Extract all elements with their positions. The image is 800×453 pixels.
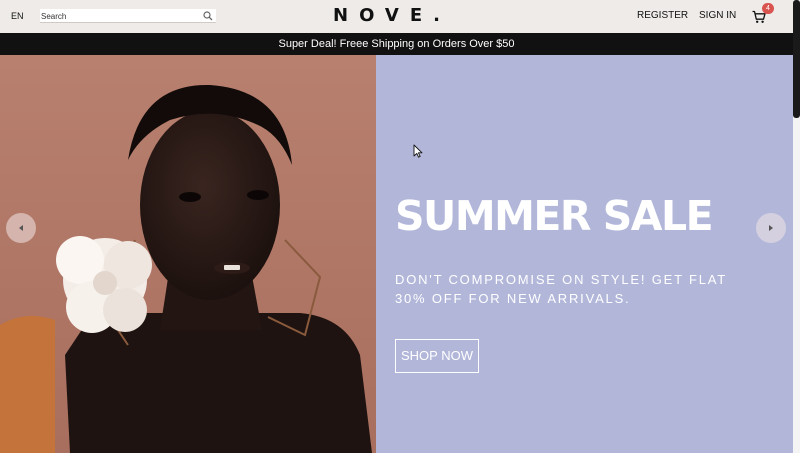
model-portrait-image	[0, 55, 376, 453]
arrow-right-icon	[769, 225, 773, 231]
register-link[interactable]: REGISTER	[637, 10, 688, 21]
hero-image	[0, 55, 376, 453]
hero-content-panel: SUMMER SALE DON'T COMPROMISE ON STYLE! G…	[376, 55, 793, 453]
announcement-bar: Super Deal! Freee Shipping on Orders Ove…	[0, 33, 793, 55]
hero-slider: SUMMER SALE DON'T COMPROMISE ON STYLE! G…	[0, 55, 793, 453]
search-icon[interactable]	[203, 11, 213, 21]
language-label[interactable]: EN	[11, 11, 24, 21]
search-container	[40, 9, 216, 23]
signin-link[interactable]: SIGN IN	[699, 10, 736, 21]
search-input[interactable]	[41, 9, 191, 23]
mouse-cursor-icon	[413, 144, 423, 158]
slider-prev-button[interactable]	[6, 213, 36, 243]
shop-now-button[interactable]: SHOP NOW	[395, 339, 479, 373]
scrollbar-thumb[interactable]	[793, 0, 800, 118]
hero-description: DON'T COMPROMISE ON STYLE! GET FLAT 30% …	[395, 272, 727, 306]
cart-count-badge: 4	[762, 3, 774, 14]
cart-button[interactable]: 4	[752, 3, 774, 24]
brand-logo[interactable]: NOVE.	[333, 5, 451, 26]
arrow-left-icon	[19, 225, 23, 231]
flower-image	[56, 236, 152, 333]
hero-title: SUMMER SALE	[395, 192, 714, 240]
navbar: EN NOVE. REGISTER SIGN IN 4	[0, 0, 793, 33]
slider-next-button[interactable]	[756, 213, 786, 243]
